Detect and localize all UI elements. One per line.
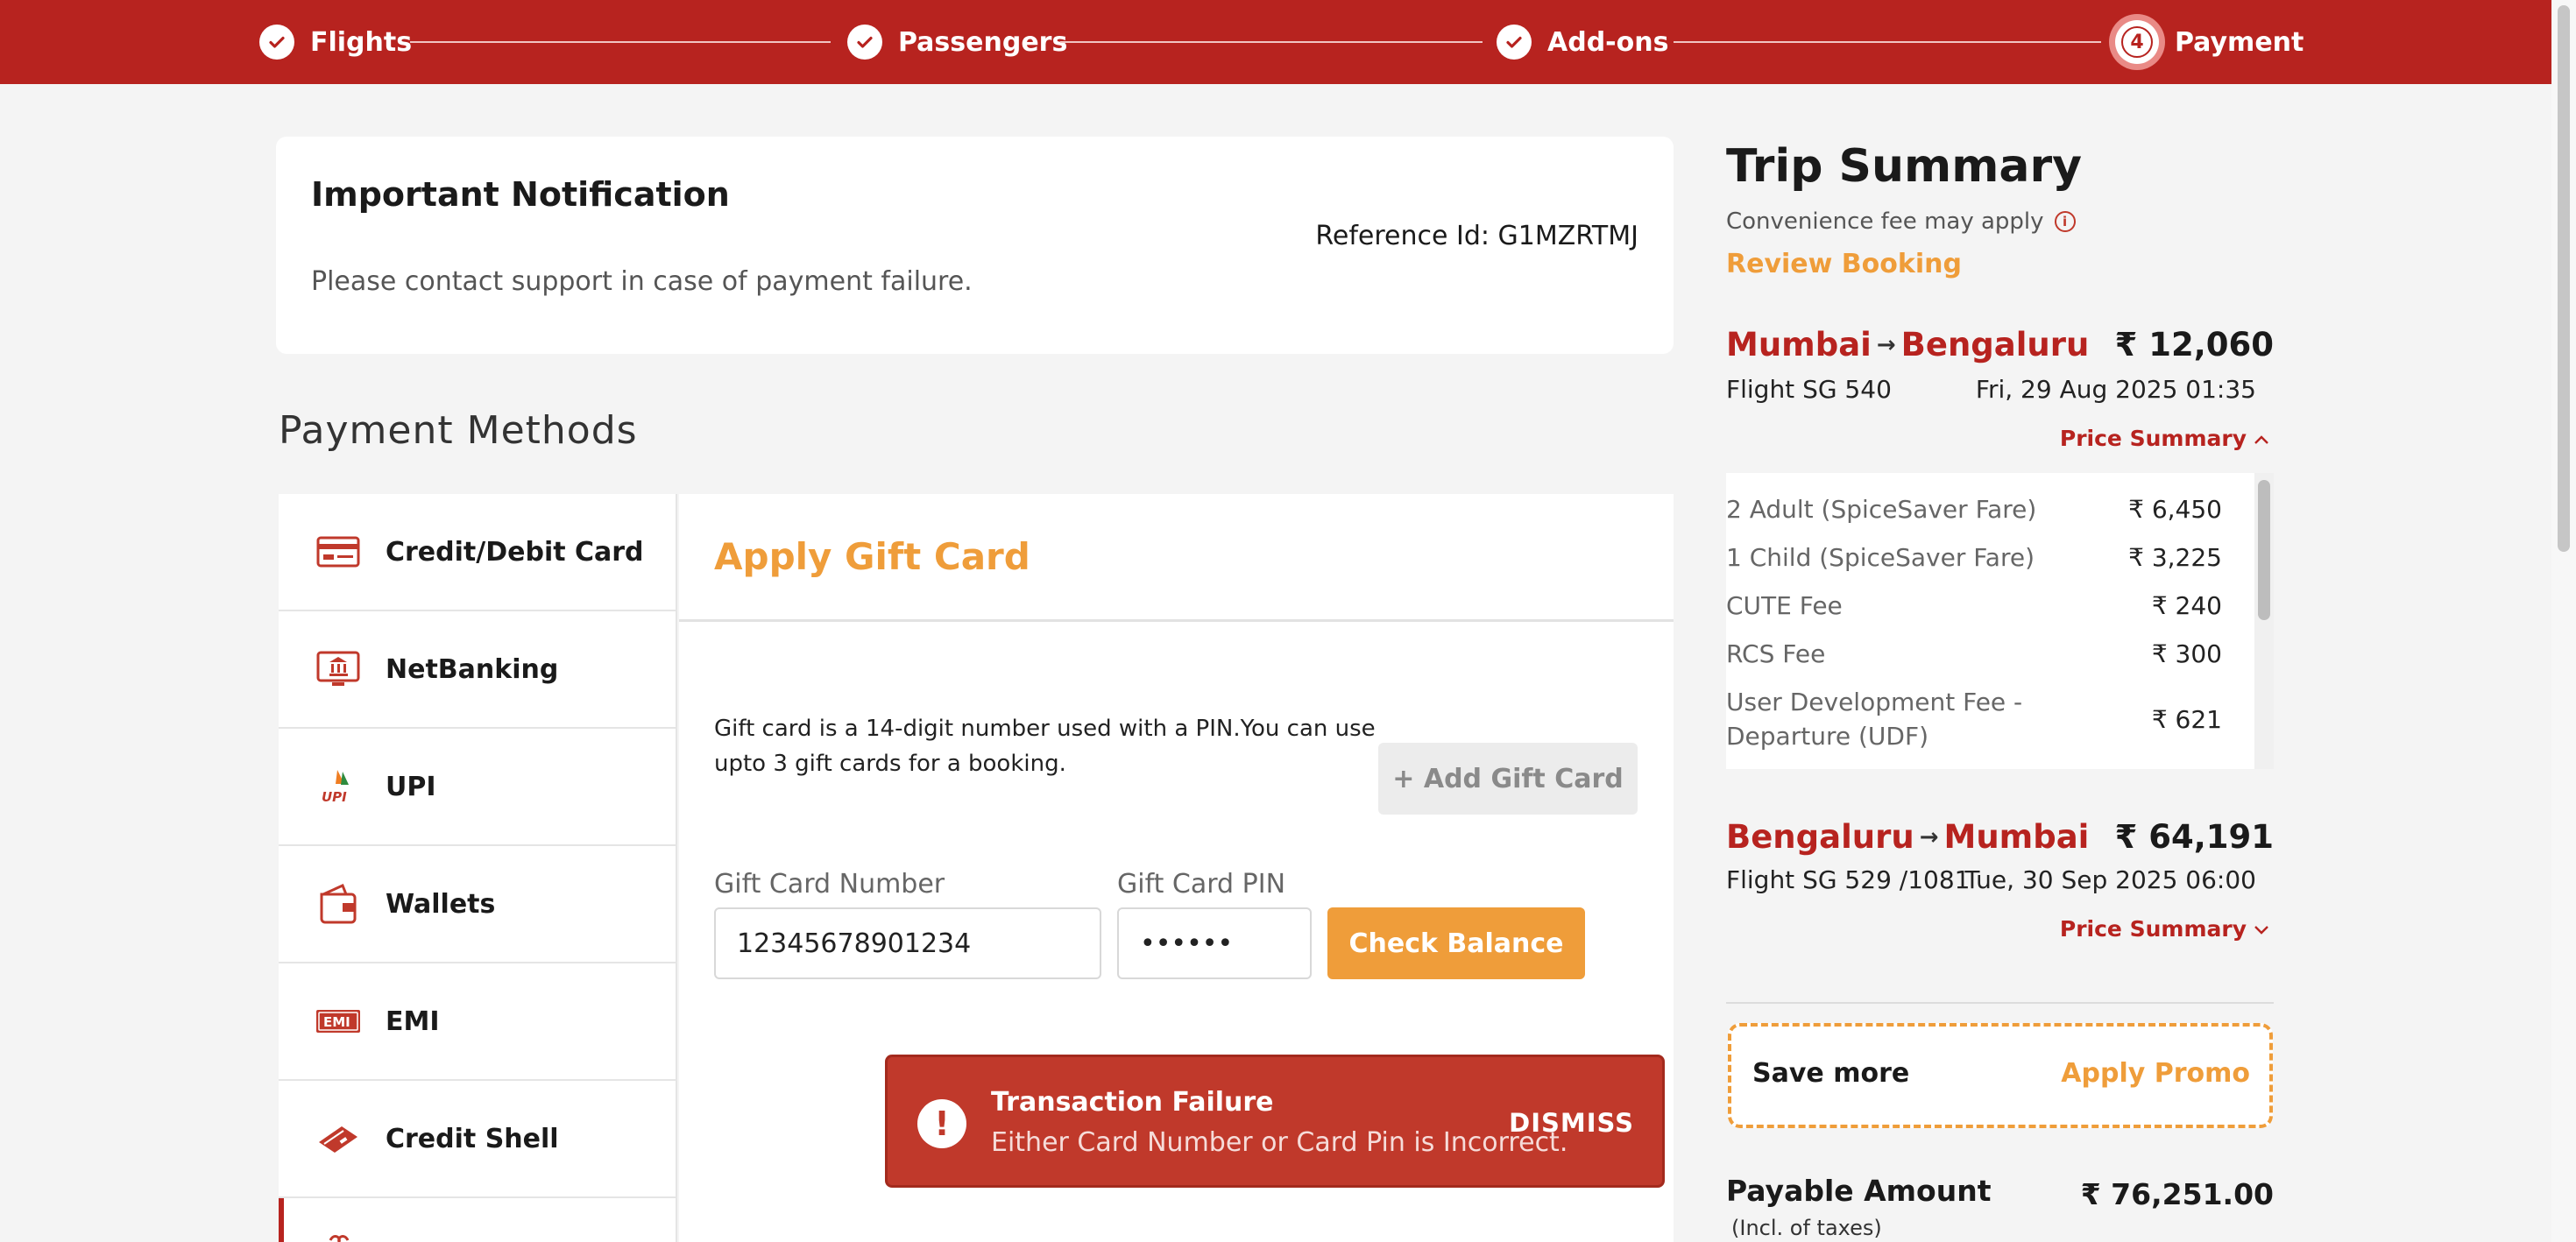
step-add-ons[interactable]: Add-ons bbox=[1497, 0, 1668, 84]
check-icon bbox=[847, 25, 882, 60]
check-icon bbox=[1497, 25, 1532, 60]
origin-city: Bengaluru bbox=[1726, 818, 1914, 856]
toast-message: Either Card Number or Card Pin is Incorr… bbox=[991, 1127, 1568, 1158]
return-fare: ₹ 64,191 bbox=[2114, 818, 2274, 856]
summary-divider bbox=[1726, 1002, 2274, 1004]
method-netbanking[interactable]: NetBanking bbox=[279, 611, 676, 729]
toast-title: Transaction Failure bbox=[991, 1087, 1274, 1118]
gift-card-number-label: Gift Card Number bbox=[714, 869, 945, 900]
outbound-flight-number: Flight SG 540 bbox=[1726, 375, 1892, 404]
convenience-note: Convenience fee may apply i bbox=[1726, 208, 2076, 235]
price-row: CUTE Fee ₹ 240 bbox=[1726, 591, 2222, 620]
price-row: RCS Fee ₹ 300 bbox=[1726, 639, 2222, 668]
save-more-label: Save more bbox=[1752, 1058, 1910, 1089]
apply-promo-link[interactable]: Apply Promo bbox=[2061, 1058, 2250, 1089]
payment-methods-heading: Payment Methods bbox=[279, 408, 638, 453]
notification-title: Important Notification bbox=[311, 175, 730, 214]
trip-summary-title: Trip Summary bbox=[1726, 140, 2083, 193]
outbound-route: Mumbai → Bengaluru bbox=[1726, 326, 2089, 363]
incl-taxes-note: (Incl. of taxes) bbox=[1731, 1216, 1882, 1240]
return-price-summary-toggle[interactable]: Price Summary bbox=[2060, 916, 2269, 942]
method-label: NetBanking bbox=[386, 653, 559, 685]
step-payment: 4 Payment bbox=[2115, 0, 2304, 84]
check-balance-button[interactable]: Check Balance bbox=[1327, 907, 1585, 979]
gift-card-number-input[interactable] bbox=[714, 907, 1101, 979]
scrollbar-thumb[interactable] bbox=[2258, 480, 2270, 620]
step-number-badge: 4 bbox=[2115, 20, 2159, 64]
method-gift-card[interactable] bbox=[279, 1198, 676, 1242]
transaction-failure-toast: ! Transaction Failure Either Card Number… bbox=[885, 1055, 1665, 1188]
step-label: Add-ons bbox=[1547, 26, 1669, 58]
add-gift-card-button[interactable]: + Add Gift Card bbox=[1378, 743, 1638, 815]
gift-card-icon bbox=[321, 1224, 366, 1242]
step-label: Flights bbox=[310, 26, 413, 58]
step-label: Passengers bbox=[898, 26, 1068, 58]
payment-method-list: Credit/Debit Card NetBanking UPI UPI Wal… bbox=[279, 494, 677, 1242]
step-connector bbox=[1060, 41, 1483, 43]
scrollbar-thumb[interactable] bbox=[2558, 5, 2570, 552]
method-credit-debit-card[interactable]: Credit/Debit Card bbox=[279, 494, 676, 611]
price-row: 2 Adult (SpiceSaver Fare) ₹ 6,450 bbox=[1726, 495, 2222, 524]
page-scrollbar[interactable] bbox=[2551, 0, 2576, 1242]
outbound-price-summary-toggle[interactable]: Price Summary bbox=[2060, 426, 2269, 451]
method-credit-shell[interactable]: Credit Shell bbox=[279, 1081, 676, 1198]
chevron-up-icon bbox=[2254, 428, 2269, 449]
breakdown-scrollbar[interactable] bbox=[2254, 473, 2274, 769]
method-upi[interactable]: UPI UPI bbox=[279, 729, 676, 846]
gift-card-description: Gift card is a 14-digit number used with… bbox=[714, 716, 1376, 777]
method-label: EMI bbox=[386, 1006, 440, 1037]
return-route: Bengaluru → Mumbai bbox=[1726, 818, 2089, 856]
gift-card-title: Apply Gift Card bbox=[679, 494, 1674, 622]
gift-card-pin-label: Gift Card PIN bbox=[1117, 869, 1286, 900]
promo-box: Save more Apply Promo bbox=[1728, 1023, 2273, 1128]
chevron-down-icon bbox=[2254, 919, 2269, 940]
outbound-datetime: Fri, 29 Aug 2025 01:35 bbox=[1975, 375, 2256, 404]
destination-city: Mumbai bbox=[1943, 818, 2090, 856]
origin-city: Mumbai bbox=[1726, 326, 1872, 363]
method-emi[interactable]: EMI EMI bbox=[279, 963, 676, 1081]
method-label: Credit Shell bbox=[386, 1123, 559, 1154]
step-passengers[interactable]: Passengers bbox=[847, 0, 1067, 84]
alert-icon: ! bbox=[917, 1099, 966, 1148]
price-breakdown: 2 Adult (SpiceSaver Fare) ₹ 6,450 1 Chil… bbox=[1726, 473, 2274, 769]
method-label: UPI bbox=[386, 771, 436, 802]
emi-icon: EMI bbox=[315, 999, 361, 1044]
info-icon[interactable]: i bbox=[2054, 211, 2076, 232]
review-booking-link[interactable]: Review Booking bbox=[1726, 249, 1962, 279]
step-flights[interactable]: Flights bbox=[259, 0, 412, 84]
destination-city: Bengaluru bbox=[1900, 326, 2090, 363]
netbanking-icon bbox=[315, 646, 361, 692]
checkout-stepper: Flights Passengers Add-ons 4 Payment bbox=[0, 0, 2576, 84]
reference-id: Reference Id: G1MZRTMJ bbox=[1315, 221, 1638, 251]
return-datetime: Tue, 30 Sep 2025 06:00 bbox=[1964, 865, 2256, 894]
step-label: Payment bbox=[2175, 26, 2304, 58]
gift-card-pin-input[interactable] bbox=[1117, 907, 1312, 979]
svg-text:EMI: EMI bbox=[323, 1014, 350, 1030]
dismiss-button[interactable]: DISMISS bbox=[1509, 1108, 1634, 1138]
wallet-icon bbox=[315, 881, 361, 927]
price-row: User Development Fee - Departure (UDF) ₹… bbox=[1726, 688, 2222, 751]
method-label: Wallets bbox=[386, 888, 496, 920]
step-connector bbox=[1674, 41, 2101, 43]
outbound-fare: ₹ 12,060 bbox=[2114, 326, 2274, 363]
credit-card-icon bbox=[315, 529, 361, 575]
notification-message: Please contact support in case of paymen… bbox=[311, 266, 973, 297]
important-notification: Important Notification Reference Id: G1M… bbox=[276, 137, 1674, 354]
payable-amount-label: Payable Amount bbox=[1726, 1174, 1992, 1208]
check-icon bbox=[259, 25, 294, 60]
arrow-right-icon: → bbox=[1876, 331, 1896, 358]
upi-icon: UPI bbox=[315, 764, 361, 809]
credit-shell-icon bbox=[315, 1116, 361, 1161]
method-label: Credit/Debit Card bbox=[386, 536, 644, 568]
method-wallets[interactable]: Wallets bbox=[279, 846, 676, 963]
svg-text:UPI: UPI bbox=[322, 789, 347, 805]
payable-amount: ₹ 76,251.00 bbox=[2080, 1177, 2274, 1211]
return-flight-number: Flight SG 529 /1081 bbox=[1726, 865, 1971, 894]
price-row: 1 Child (SpiceSaver Fare) ₹ 3,225 bbox=[1726, 543, 2222, 572]
step-connector bbox=[410, 41, 831, 43]
arrow-right-icon: → bbox=[1919, 823, 1939, 850]
